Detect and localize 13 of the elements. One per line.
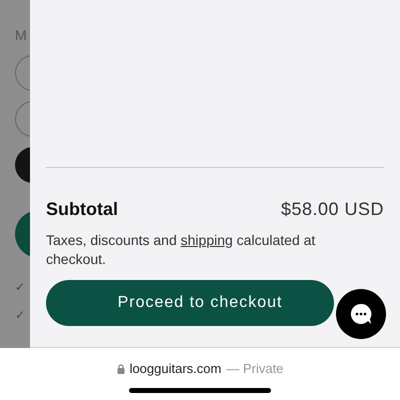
subtotal-value: $58.00 USD [280,198,384,221]
option-label: M [15,27,28,43]
privacy-text: — Private [226,360,284,378]
chat-bubble-icon [349,302,373,326]
tax-note: Taxes, discounts and shipping calculated at checkout. [46,231,316,269]
check-mark: ✓ [15,280,26,294]
check-mark: ✓ [15,308,26,322]
shipping-link[interactable]: shipping [180,232,233,248]
checkout-button[interactable]: Proceed to checkout [46,280,334,326]
lock-icon [116,364,125,374]
subtotal-label: Subtotal [46,198,118,221]
home-indicator[interactable] [129,388,271,392]
domain-text[interactable]: loogguitars.com [130,359,222,378]
